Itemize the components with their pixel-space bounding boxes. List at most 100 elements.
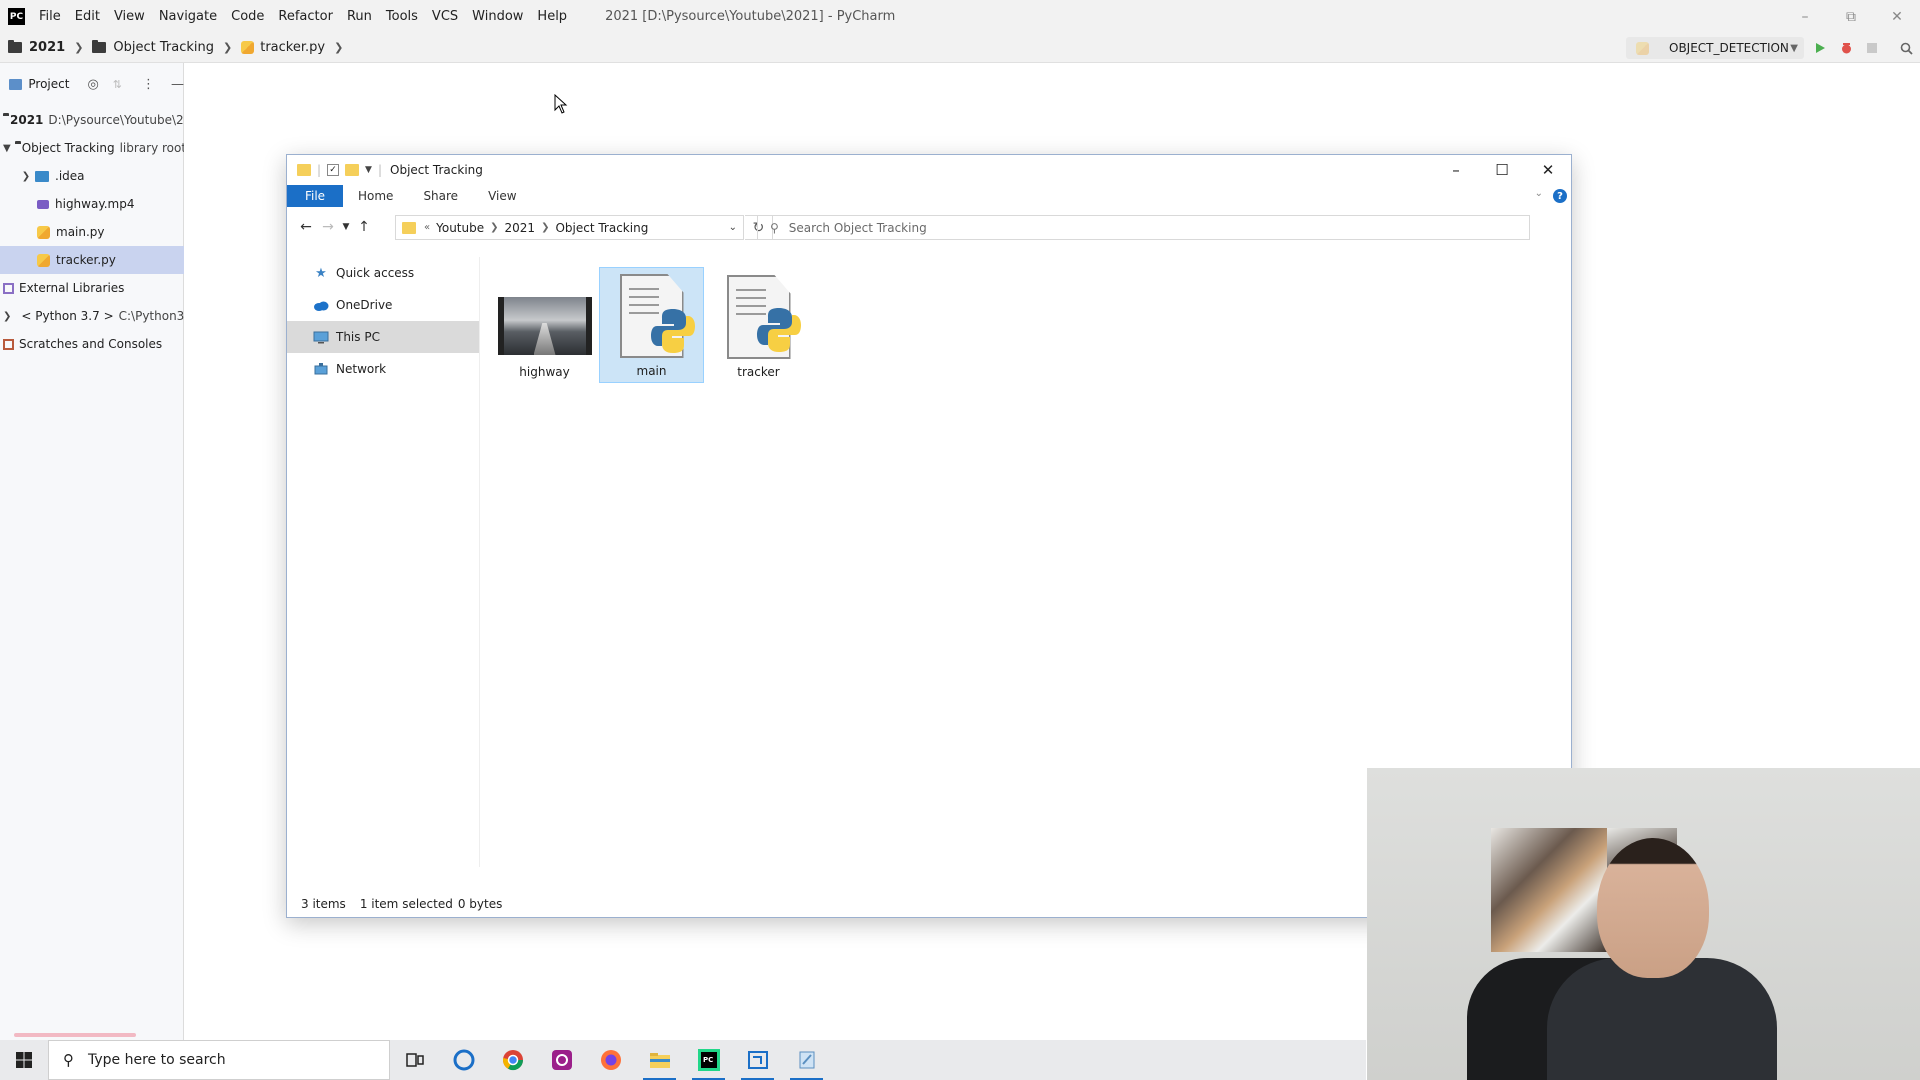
restore-icon[interactable]: ⧉ (1828, 9, 1874, 25)
search-input[interactable]: ⚲ Search Object Tracking (757, 215, 1530, 240)
library-icon (3, 282, 14, 294)
tab-home[interactable]: Home (343, 185, 408, 207)
explorer-address-row: ← → ▼ ↑ « Youtube ❯ 2021 ❯ Object Tracki… (287, 207, 1571, 247)
chevron-right-icon[interactable]: ❯ (3, 311, 11, 322)
wall-art-image (1491, 828, 1609, 952)
obs-icon[interactable] (537, 1040, 586, 1080)
tree-item-object-tracking[interactable]: ▼ Object Tracking library root (0, 134, 184, 162)
minimize-icon[interactable]: – (1782, 9, 1828, 25)
nav-onedrive[interactable]: OneDrive (287, 289, 479, 321)
snip-tool-icon[interactable] (733, 1040, 782, 1080)
menu-window[interactable]: Window (472, 9, 523, 24)
nav-this-pc[interactable]: This PC (287, 321, 479, 353)
nav-quick-access[interactable]: ★ Quick access (287, 257, 479, 289)
hide-panel-icon[interactable]: — (171, 77, 184, 92)
chevron-right-icon: ❯ (541, 222, 550, 233)
breadcrumb-object-tracking[interactable]: Object Tracking (92, 40, 214, 55)
properties-icon[interactable]: ✓ (327, 164, 340, 176)
tree-item-scratches[interactable]: Scratches and Consoles (0, 330, 184, 358)
close-icon[interactable]: ✕ (1874, 9, 1920, 25)
more-options-icon[interactable]: ⋮ (142, 77, 155, 92)
idea-folder-icon (35, 170, 49, 182)
tree-item-external-libraries[interactable]: External Libraries (0, 274, 184, 302)
recent-locations-icon[interactable]: ▼ (339, 222, 353, 232)
breadcrumb-tracker-py[interactable]: tracker.py (241, 40, 325, 55)
file-explorer-taskbar-icon[interactable] (635, 1040, 684, 1080)
run-config-selector[interactable]: OBJECT_DETECTION ▼ (1626, 37, 1804, 59)
windows-taskbar: ⚲ Type here to search PC (0, 1040, 1366, 1080)
menu-code[interactable]: Code (231, 9, 264, 24)
taskbar-search-input[interactable]: ⚲ Type here to search (48, 1040, 390, 1080)
pycharm-taskbar-icon[interactable]: PC (684, 1040, 733, 1080)
menu-navigate[interactable]: Navigate (159, 9, 217, 24)
chevron-down-icon: ▼ (1790, 42, 1798, 54)
back-arrow-icon[interactable]: ← (295, 219, 317, 235)
file-item-highway[interactable]: highway (492, 267, 597, 383)
computer-icon (313, 330, 329, 344)
target-icon[interactable]: ◎ (87, 77, 98, 92)
notepad-icon[interactable] (782, 1040, 831, 1080)
tree-item-python37[interactable]: ❯ < Python 3.7 > C:\Python37 (0, 302, 184, 330)
menu-edit[interactable]: Edit (75, 9, 100, 24)
python-file-icon (241, 41, 255, 54)
stop-icon[interactable] (1864, 40, 1880, 56)
tree-item-2021[interactable]: 2021 D:\Pysource\Youtube\20 (0, 106, 184, 134)
tab-view[interactable]: View (473, 185, 531, 207)
chevron-right-icon: ❯ (74, 41, 84, 54)
folder-icon (402, 221, 416, 234)
status-selected: 1 item selected (359, 897, 453, 911)
menu-file[interactable]: File (39, 9, 61, 24)
menu-vcs[interactable]: VCS (432, 9, 458, 24)
minimize-icon[interactable]: – (1433, 155, 1479, 185)
run-icon[interactable] (1812, 40, 1828, 56)
address-crumb-youtube[interactable]: Youtube (436, 221, 484, 235)
cortana-icon[interactable] (439, 1040, 488, 1080)
search-icon: ⚲ (770, 220, 779, 235)
tab-file[interactable]: File (287, 185, 343, 207)
python-file-icon (1636, 41, 1649, 55)
file-item-main[interactable]: main (599, 267, 704, 383)
new-folder-icon[interactable] (345, 164, 360, 176)
chevron-down-icon[interactable]: ⌄ (729, 222, 737, 233)
collapse-icon[interactable]: ⇅ (113, 78, 122, 91)
tree-item-tracker-py[interactable]: tracker.py (0, 246, 184, 274)
address-bar[interactable]: « Youtube ❯ 2021 ❯ Object Tracking ⌄ (395, 215, 744, 240)
menu-view[interactable]: View (114, 9, 145, 24)
menu-run[interactable]: Run (347, 9, 372, 24)
up-arrow-icon[interactable]: ↑ (353, 219, 375, 235)
tree-item-main-py[interactable]: main.py (0, 218, 184, 246)
menu-help[interactable]: Help (537, 9, 567, 24)
video-thumbnail-icon (497, 297, 592, 355)
menu-tools[interactable]: Tools (386, 9, 418, 24)
file-item-tracker[interactable]: tracker (706, 267, 811, 383)
video-file-icon (37, 199, 49, 209)
firefox-icon[interactable] (586, 1040, 635, 1080)
customize-toolbar-icon[interactable]: ▼ (365, 165, 372, 175)
maximize-icon[interactable]: ☐ (1479, 155, 1525, 185)
tab-share[interactable]: Share (408, 185, 473, 207)
search-icon[interactable] (1898, 40, 1914, 56)
address-crumb-object-tracking[interactable]: Object Tracking (555, 221, 648, 235)
chevron-right-icon[interactable]: ❯ (21, 171, 31, 182)
menu-refactor[interactable]: Refactor (278, 9, 333, 24)
windows-logo-icon (16, 1052, 32, 1068)
search-icon: ⚲ (63, 1051, 74, 1069)
task-view-icon[interactable] (390, 1040, 439, 1080)
nav-network[interactable]: Network (287, 353, 479, 385)
chevron-right-icon: ❯ (490, 222, 499, 233)
address-crumb-2021[interactable]: 2021 (505, 221, 536, 235)
forward-arrow-icon[interactable]: → (317, 219, 339, 235)
chevron-down-icon[interactable]: ▼ (3, 143, 11, 154)
help-icon[interactable]: ? (1553, 189, 1567, 203)
expand-ribbon-icon[interactable]: ⌄ (1535, 188, 1543, 199)
debug-icon[interactable] (1838, 40, 1854, 56)
tree-item-highway-mp4[interactable]: highway.mp4 (0, 190, 184, 218)
breadcrumb-2021[interactable]: 2021 (8, 40, 65, 55)
start-button[interactable] (0, 1040, 48, 1080)
chrome-icon[interactable] (488, 1040, 537, 1080)
close-icon[interactable]: ✕ (1525, 155, 1571, 185)
project-label[interactable]: Project (28, 77, 69, 91)
project-tree: 2021 D:\Pysource\Youtube\20 ▼ Object Tra… (0, 106, 184, 358)
progress-indicator (14, 1033, 136, 1037)
tree-item-idea[interactable]: ❯ .idea (0, 162, 184, 190)
